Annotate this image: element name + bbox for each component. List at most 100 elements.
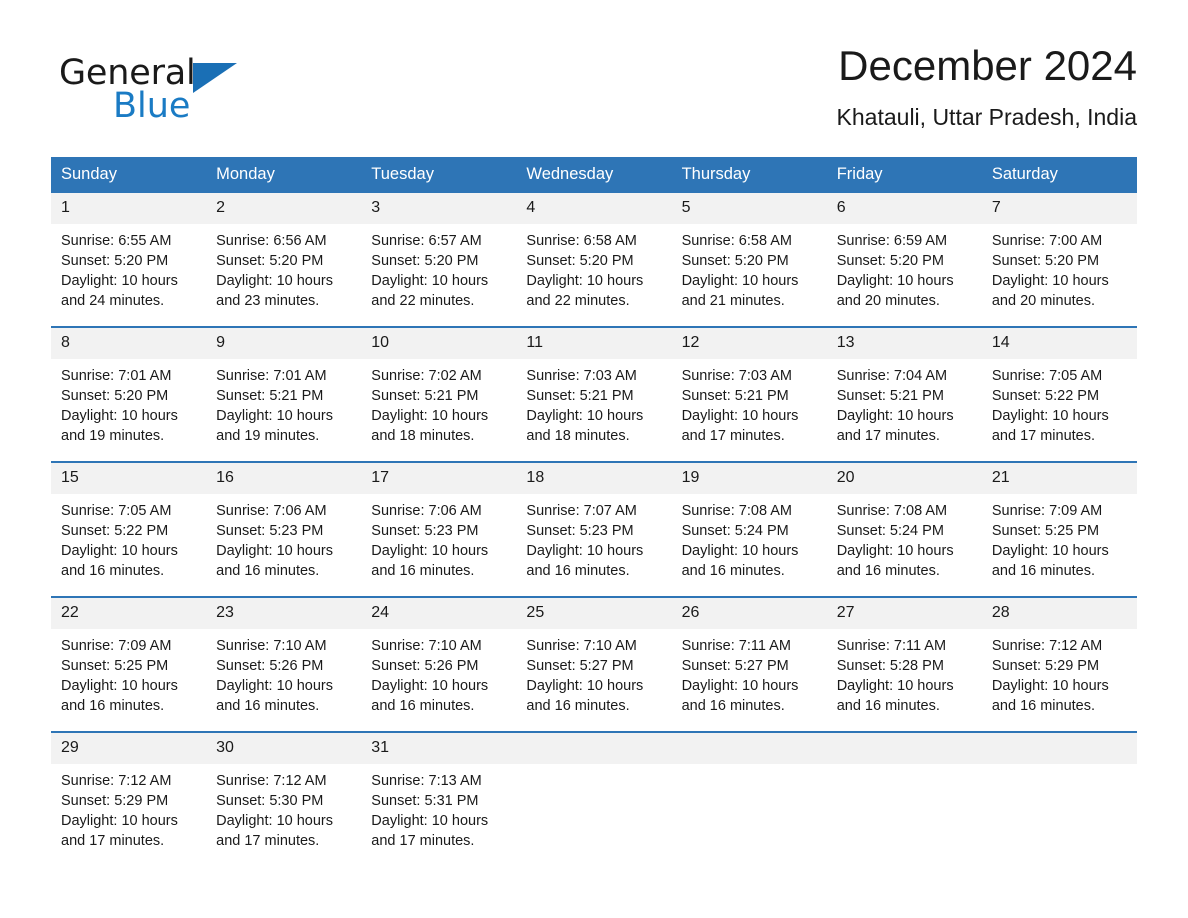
sunrise-text: Sunrise: 6:55 AM	[61, 233, 172, 249]
calendar-day-cell[interactable]: 24 Sunrise: 7:10 AM Sunset: 5:26 PM Dayligh…	[361, 596, 517, 732]
daylight-text: Daylight: 10 hours and 16 minutes.	[216, 543, 334, 579]
day-number: 1	[51, 193, 207, 224]
calendar-day-cell[interactable]: 6 Sunrise: 6:59 AM Sunset: 5:20 PM Daylight…	[826, 193, 982, 327]
calendar-day-cell[interactable]: 14 Sunrise: 7:05 AM Sunset: 5:22 PM Dayligh…	[981, 326, 1137, 462]
calendar-day-cell[interactable]: 29 Sunrise: 7:12 AM Sunset: 5:29 PM Dayligh…	[51, 731, 207, 866]
sunrise-text: Sunrise: 7:06 AM	[216, 503, 327, 519]
sunset-text: Sunset: 5:20 PM	[526, 253, 634, 269]
day-number	[981, 733, 1137, 764]
calendar-day-cell[interactable]: 30 Sunrise: 7:12 AM Sunset: 5:30 PM Dayligh…	[206, 731, 362, 866]
sunrise-text: Sunrise: 7:12 AM	[216, 773, 327, 789]
sunset-text: Sunset: 5:20 PM	[836, 253, 944, 269]
calendar-day-cell[interactable]: 2 Sunrise: 6:56 AM Sunset: 5:20 PM Daylight…	[206, 193, 362, 327]
sunset-text: Sunset: 5:20 PM	[61, 253, 169, 269]
calendar-day-cell[interactable]: 28 Sunrise: 7:12 AM Sunset: 5:29 PM Dayligh…	[981, 596, 1137, 732]
daylight-text: Daylight: 10 hours and 17 minutes.	[216, 813, 334, 849]
column-header-tuesday: Tuesday	[361, 157, 517, 193]
sunrise-text: Sunrise: 7:01 AM	[61, 368, 172, 384]
calendar-day-cell[interactable]: 8 Sunrise: 7:01 AM Sunset: 5:20 PM Daylight…	[51, 326, 207, 462]
calendar-day-cell[interactable]: 21 Sunrise: 7:09 AM Sunset: 5:25 PM Dayligh…	[981, 461, 1137, 597]
sunrise-text: Sunrise: 7:12 AM	[61, 773, 172, 789]
daylight-text: Daylight: 10 hours and 18 minutes.	[371, 408, 489, 444]
sunrise-text: Sunrise: 6:58 AM	[526, 233, 637, 249]
calendar-empty-cell	[826, 731, 982, 866]
calendar-day-cell[interactable]: 5 Sunrise: 6:58 AM Sunset: 5:20 PM Daylight…	[671, 193, 827, 327]
day-details: Sunrise: 7:13 AM Sunset: 5:31 PM Daylight:…	[361, 764, 516, 851]
daylight-text: Daylight: 10 hours and 17 minutes.	[681, 408, 799, 444]
daylight-text: Daylight: 10 hours and 16 minutes.	[681, 543, 799, 579]
calendar-day-cell[interactable]: 27 Sunrise: 7:11 AM Sunset: 5:28 PM Dayligh…	[826, 596, 982, 732]
calendar-day-cell[interactable]: 1 Sunrise: 6:55 AM Sunset: 5:20 PM Daylight…	[51, 193, 207, 327]
calendar-week-row: 8 Sunrise: 7:01 AM Sunset: 5:20 PM Daylight…	[51, 326, 1137, 462]
sunset-text: Sunset: 5:23 PM	[216, 523, 324, 539]
sunset-text: Sunset: 5:24 PM	[681, 523, 789, 539]
general-blue-logo[interactable]: General Blue	[59, 53, 319, 129]
column-header-saturday: Saturday	[981, 157, 1137, 193]
sunset-text: Sunset: 5:28 PM	[836, 658, 944, 674]
calendar-body: 1 Sunrise: 6:55 AM Sunset: 5:20 PM Daylight…	[51, 193, 1137, 866]
day-details: Sunrise: 6:55 AM Sunset: 5:20 PM Daylight:…	[51, 224, 206, 311]
calendar-day-cell[interactable]: 22 Sunrise: 7:09 AM Sunset: 5:25 PM Dayligh…	[51, 596, 207, 732]
title-block: December 2024 Khatauli, Uttar Pradesh, I…	[837, 40, 1137, 133]
calendar-empty-cell	[516, 731, 672, 866]
calendar-day-cell[interactable]: 12 Sunrise: 7:03 AM Sunset: 5:21 PM Dayligh…	[671, 326, 827, 462]
day-details: Sunrise: 7:06 AM Sunset: 5:23 PM Daylight:…	[361, 494, 516, 581]
calendar-day-cell[interactable]: 15 Sunrise: 7:05 AM Sunset: 5:22 PM Dayligh…	[51, 461, 207, 597]
day-number: 4	[516, 193, 672, 224]
day-number: 27	[826, 598, 982, 629]
calendar-day-cell[interactable]: 4 Sunrise: 6:58 AM Sunset: 5:20 PM Daylight…	[516, 193, 672, 327]
calendar-day-cell[interactable]: 25 Sunrise: 7:10 AM Sunset: 5:27 PM Dayligh…	[516, 596, 672, 732]
calendar-day-cell[interactable]: 18 Sunrise: 7:07 AM Sunset: 5:23 PM Dayligh…	[516, 461, 672, 597]
day-details: Sunrise: 7:05 AM Sunset: 5:22 PM Daylight:…	[982, 359, 1137, 446]
sunrise-text: Sunrise: 7:10 AM	[216, 638, 327, 654]
sunset-text: Sunset: 5:21 PM	[526, 388, 634, 404]
sunrise-text: Sunrise: 6:57 AM	[371, 233, 482, 249]
day-details: Sunrise: 6:59 AM Sunset: 5:20 PM Daylight:…	[827, 224, 982, 311]
day-details: Sunrise: 7:12 AM Sunset: 5:30 PM Daylight:…	[206, 764, 361, 851]
sunrise-text: Sunrise: 6:59 AM	[836, 233, 948, 249]
day-number: 2	[206, 193, 362, 224]
day-details: Sunrise: 7:10 AM Sunset: 5:26 PM Daylight:…	[206, 629, 361, 716]
sunset-text: Sunset: 5:24 PM	[836, 523, 944, 539]
sunset-text: Sunset: 5:25 PM	[991, 523, 1100, 539]
calendar-day-cell[interactable]: 11 Sunrise: 7:03 AM Sunset: 5:21 PM Dayligh…	[516, 326, 672, 462]
calendar-day-cell[interactable]: 23 Sunrise: 7:10 AM Sunset: 5:26 PM Dayligh…	[206, 596, 362, 732]
day-details: Sunrise: 7:03 AM Sunset: 5:21 PM Daylight:…	[516, 359, 671, 446]
sunset-text: Sunset: 5:23 PM	[371, 523, 479, 539]
sunset-text: Sunset: 5:20 PM	[681, 253, 789, 269]
calendar-day-cell[interactable]: 3 Sunrise: 6:57 AM Sunset: 5:20 PM Daylight…	[361, 193, 517, 327]
daylight-text: Daylight: 10 hours and 24 minutes.	[61, 273, 178, 309]
daylight-text: Daylight: 10 hours and 20 minutes.	[836, 273, 954, 309]
sunset-text: Sunset: 5:27 PM	[526, 658, 634, 674]
daylight-text: Daylight: 10 hours and 21 minutes.	[681, 273, 799, 309]
calendar-day-cell[interactable]: 16 Sunrise: 7:06 AM Sunset: 5:23 PM Dayligh…	[206, 461, 362, 597]
day-details: Sunrise: 7:08 AM Sunset: 5:24 PM Daylight:…	[672, 494, 827, 581]
calendar-day-cell[interactable]: 20 Sunrise: 7:08 AM Sunset: 5:24 PM Dayligh…	[826, 461, 982, 597]
daylight-text: Daylight: 10 hours and 20 minutes.	[991, 273, 1109, 309]
calendar-day-cell[interactable]: 17 Sunrise: 7:06 AM Sunset: 5:23 PM Dayligh…	[361, 461, 517, 597]
calendar-day-cell[interactable]: 19 Sunrise: 7:08 AM Sunset: 5:24 PM Dayligh…	[671, 461, 827, 597]
calendar-day-cell[interactable]: 9 Sunrise: 7:01 AM Sunset: 5:21 PM Daylight…	[206, 326, 362, 462]
sunset-text: Sunset: 5:30 PM	[216, 793, 324, 809]
calendar-day-cell[interactable]: 10 Sunrise: 7:02 AM Sunset: 5:21 PM Dayligh…	[361, 326, 517, 462]
calendar-day-cell[interactable]: 13 Sunrise: 7:04 AM Sunset: 5:21 PM Dayligh…	[826, 326, 982, 462]
day-number: 10	[361, 328, 517, 359]
day-number: 31	[361, 733, 517, 764]
day-number: 5	[671, 193, 827, 224]
day-details: Sunrise: 7:11 AM Sunset: 5:28 PM Daylight:…	[827, 629, 982, 716]
daylight-text: Daylight: 10 hours and 16 minutes.	[526, 678, 644, 714]
sunrise-text: Sunrise: 7:03 AM	[526, 368, 637, 384]
day-number: 25	[516, 598, 672, 629]
day-number: 19	[671, 463, 827, 494]
calendar-day-cell[interactable]: 26 Sunrise: 7:11 AM Sunset: 5:27 PM Dayligh…	[671, 596, 827, 732]
calendar-day-cell[interactable]: 7 Sunrise: 7:00 AM Sunset: 5:20 PM Daylight…	[981, 193, 1137, 327]
calendar-day-cell[interactable]: 31 Sunrise: 7:13 AM Sunset: 5:31 PM Dayligh…	[361, 731, 517, 866]
day-details: Sunrise: 7:09 AM Sunset: 5:25 PM Daylight:…	[51, 629, 206, 716]
sunset-text: Sunset: 5:29 PM	[61, 793, 169, 809]
daylight-text: Daylight: 10 hours and 17 minutes.	[61, 813, 178, 849]
day-details: Sunrise: 7:07 AM Sunset: 5:23 PM Daylight:…	[516, 494, 671, 581]
day-number: 14	[981, 328, 1137, 359]
sunset-text: Sunset: 5:21 PM	[216, 388, 324, 404]
location-subtitle: Khatauli, Uttar Pradesh, India	[836, 104, 1137, 130]
sunrise-sunset-calendar-table: Sunday Monday Tuesday Wednesday Thursday…	[51, 157, 1137, 866]
